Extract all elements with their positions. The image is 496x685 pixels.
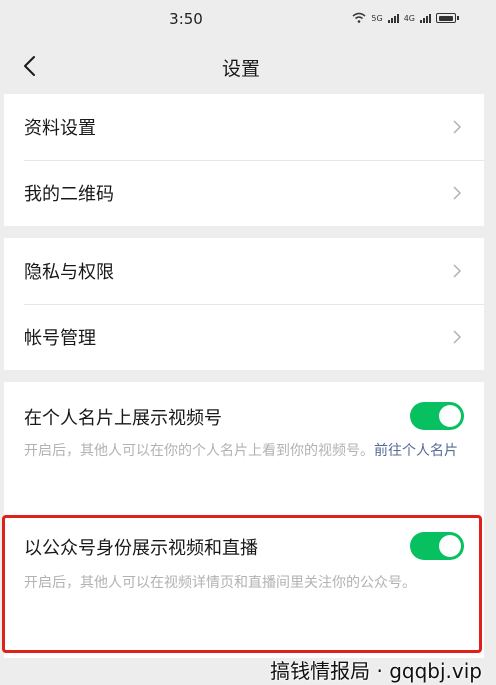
account-management-label: 帐号管理: [24, 328, 96, 349]
official-account-switch[interactable]: [410, 532, 464, 560]
chevron-right-icon: [453, 264, 462, 278]
card-channel-switch[interactable]: [410, 402, 464, 430]
official-account-toggle-title: 以公众号身份展示视频和直播: [24, 538, 258, 559]
chevron-right-icon: [453, 120, 462, 134]
battery-icon: [436, 13, 459, 23]
profile-settings-item[interactable]: 资料设置: [4, 94, 484, 160]
official-account-toggle-row: 以公众号身份展示视频和直播 开启后，其他人可以在视频详情页和直播间里关注你的公众…: [4, 514, 484, 658]
go-to-card-link[interactable]: 前往个人名片: [374, 443, 458, 459]
page-title: 设置: [221, 58, 260, 80]
account-management-item[interactable]: 帐号管理: [4, 304, 484, 370]
signal-icon-2: [420, 14, 431, 23]
my-qrcode-item[interactable]: 我的二维码: [4, 160, 484, 226]
switch-knob: [439, 535, 461, 557]
settings-group-channels: 在个人名片上展示视频号 开启后，其他人可以在你的个人名片上看到你的视频号。前往个…: [4, 382, 484, 658]
settings-group-account: 隐私与权限 帐号管理: [4, 238, 484, 370]
official-account-toggle-desc: 开启后，其他人可以在视频详情页和直播间里关注你的公众号。: [24, 575, 416, 591]
privacy-permissions-label: 隐私与权限: [24, 262, 114, 283]
chevron-right-icon: [453, 186, 462, 200]
wifi-icon: [352, 12, 366, 23]
watermark-text: 搞钱情报局 · gqqbj.vip: [270, 659, 482, 683]
network-5g-label: 5G: [371, 14, 383, 23]
card-channel-toggle-row: 在个人名片上展示视频号 开启后，其他人可以在你的个人名片上看到你的视频号。前往个…: [4, 382, 484, 514]
network-4g-label: 4G: [403, 14, 415, 23]
card-channel-toggle-desc: 开启后，其他人可以在你的个人名片上看到你的视频号。前往个人名片: [24, 440, 464, 462]
status-time: 3:50: [169, 10, 203, 28]
status-bar: 3:50 5G 4G: [0, 0, 496, 38]
card-channel-desc-text: 开启后，其他人可以在你的个人名片上看到你的视频号。: [24, 443, 374, 459]
status-icons: 5G 4G: [352, 12, 459, 23]
privacy-permissions-item[interactable]: 隐私与权限: [4, 238, 484, 304]
profile-settings-label: 资料设置: [24, 118, 96, 139]
settings-group-profile: 资料设置 我的二维码: [4, 94, 484, 226]
switch-knob: [439, 405, 461, 427]
my-qrcode-label: 我的二维码: [24, 184, 114, 205]
card-channel-toggle-title: 在个人名片上展示视频号: [24, 408, 222, 429]
signal-icon: [387, 14, 399, 23]
chevron-right-icon: [453, 330, 462, 344]
nav-bar: 设置: [0, 38, 496, 94]
